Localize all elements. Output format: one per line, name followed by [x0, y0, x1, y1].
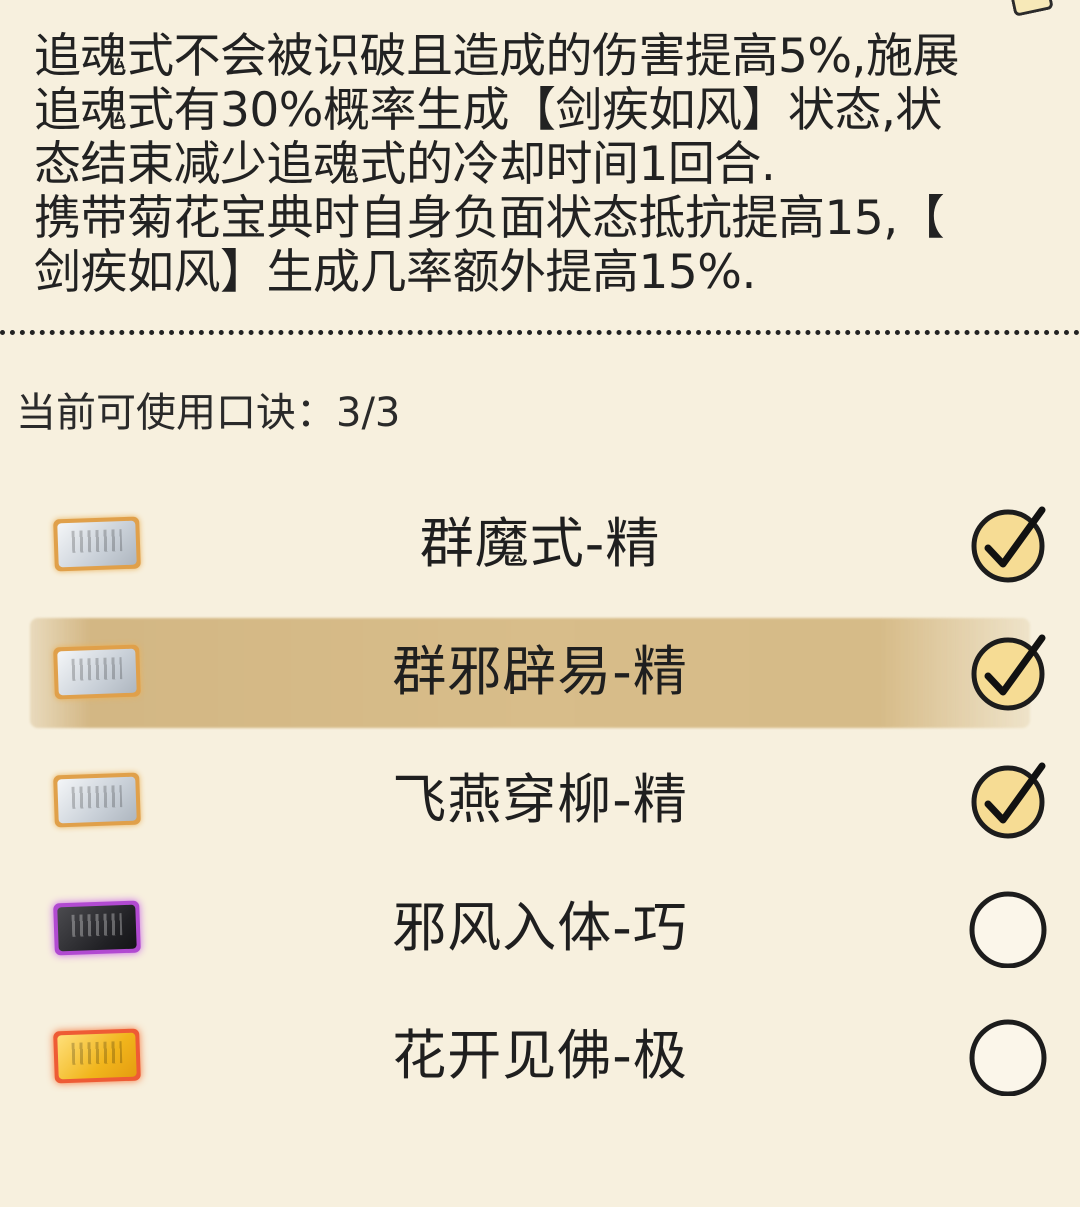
- available-formula-value: 3/3: [336, 390, 401, 436]
- description-line: 追魂式不会被识破且造成的伤害提高5%,施展: [34, 29, 960, 84]
- dotted-divider: [0, 330, 1080, 335]
- formula-list: 群魔式-精 群邪辟易-精 飞燕穿柳-精 邪风入体-巧 花开见佛-极: [0, 480, 1080, 1120]
- skill-description: 追魂式不会被识破且造成的伤害提高5%,施展 追魂式有30%概率生成【剑疾如风】状…: [34, 30, 1054, 300]
- formula-name: 花开见佛-极: [392, 1024, 688, 1087]
- description-line: 剑疾如风】生成几率额外提高15%.: [34, 245, 756, 300]
- description-line: 追魂式有30%概率生成【剑疾如风】状态,状: [34, 83, 942, 138]
- checked-checkbox-icon[interactable]: [968, 632, 1048, 712]
- formula-row-qunmoshi[interactable]: 群魔式-精: [0, 480, 1080, 608]
- description-line: 态结束减少追魂式的冷却时间1回合.: [34, 137, 776, 192]
- formula-row-huakaijianfo[interactable]: 花开见佛-极: [0, 992, 1080, 1120]
- gold-tablet-icon: [53, 1028, 141, 1084]
- available-formula-count: 当前可使用口诀： 3/3: [16, 388, 400, 438]
- checked-checkbox-icon[interactable]: [968, 760, 1048, 840]
- available-formula-label: 当前可使用口诀：: [16, 390, 336, 436]
- unchecked-checkbox-icon[interactable]: [968, 888, 1048, 968]
- formula-name: 飞燕穿柳-精: [392, 768, 688, 831]
- formula-name: 群魔式-精: [419, 512, 661, 575]
- unchecked-checkbox-icon[interactable]: [968, 1016, 1048, 1096]
- formula-name: 邪风入体-巧: [392, 896, 688, 959]
- dark-tablet-icon: [53, 900, 141, 956]
- description-line: 携带菊花宝典时自身负面状态抵抗提高15,【: [34, 191, 945, 246]
- silver-tablet-icon: [53, 644, 141, 700]
- formula-name: 群邪辟易-精: [392, 640, 688, 703]
- silver-tablet-icon: [53, 772, 141, 828]
- silver-tablet-icon: [53, 516, 141, 572]
- skill-detail-panel: 追魂式不会被识破且造成的伤害提高5%,施展 追魂式有30%概率生成【剑疾如风】状…: [0, 0, 1080, 1207]
- close-icon[interactable]: [1010, 0, 1054, 17]
- formula-row-feiyanchuanliu[interactable]: 飞燕穿柳-精: [0, 736, 1080, 864]
- formula-row-xiefengruti[interactable]: 邪风入体-巧: [0, 864, 1080, 992]
- checked-checkbox-icon[interactable]: [968, 504, 1048, 584]
- formula-row-qunxiebiyi[interactable]: 群邪辟易-精: [0, 608, 1080, 736]
